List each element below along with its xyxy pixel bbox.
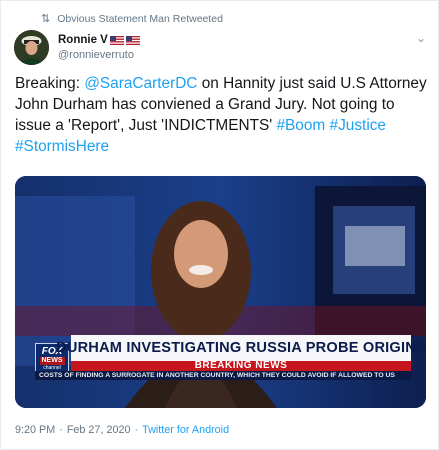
chevron-down-icon[interactable]: ⌄	[416, 31, 426, 45]
news-lower-third: FOX NEWS channel DURHAM INVESTIGATING RU…	[35, 335, 426, 380]
user-info: Ronnie V @ronnieverruto	[58, 33, 140, 62]
tweet-source[interactable]: Twitter for Android	[142, 424, 229, 436]
display-name[interactable]: Ronnie V	[58, 33, 140, 47]
tweet-meta: 9:20 PM · Feb 27, 2020 · Twitter for And…	[15, 424, 229, 436]
tweet-time[interactable]: 9:20 PM	[15, 424, 55, 436]
tweet-date[interactable]: Feb 27, 2020	[67, 424, 131, 436]
ticker-text: COSTS OF FINDING A SURROGATE IN ANOTHER …	[39, 372, 395, 379]
retweet-label: Obvious Statement Man Retweeted	[57, 13, 223, 25]
avatar[interactable]	[14, 30, 49, 65]
meta-separator: ·	[134, 424, 139, 436]
tweet-card: ⇅ Obvious Statement Man Retweeted Ronnie…	[0, 0, 439, 450]
headline-bar: DURHAM INVESTIGATING RUSSIA PROBE ORIGIN…	[56, 335, 426, 361]
tweet-text: Breaking: @SaraCarterDC on Hannity just …	[15, 73, 427, 157]
breaking-news-label: BREAKING NEWS	[194, 360, 288, 371]
mention-link[interactable]: @SaraCarterDC	[84, 75, 197, 92]
user-handle[interactable]: @ronnieverruto	[58, 49, 140, 62]
meta-separator: ·	[59, 424, 63, 436]
hashtag-link[interactable]: #Justice	[330, 117, 386, 134]
us-flag-icon	[125, 35, 140, 45]
hashtag-link[interactable]: #StormisHere	[15, 138, 109, 155]
retweet-icon: ⇅	[41, 12, 51, 25]
tweet-text-segment: Breaking:	[15, 75, 85, 92]
breaking-news-bar: BREAKING NEWS	[71, 361, 411, 371]
hashtag-link[interactable]: #Boom	[276, 117, 325, 134]
news-headline: DURHAM INVESTIGATING RUSSIA PROBE ORIGIN…	[56, 340, 426, 356]
tweet-media[interactable]: FOX NEWS channel DURHAM INVESTIGATING RU…	[15, 176, 426, 408]
retweet-context[interactable]: ⇅ Obvious Statement Man Retweeted	[41, 12, 223, 26]
us-flag-icon	[109, 35, 124, 45]
news-ticker: COSTS OF FINDING A SURROGATE IN ANOTHER …	[35, 371, 411, 380]
